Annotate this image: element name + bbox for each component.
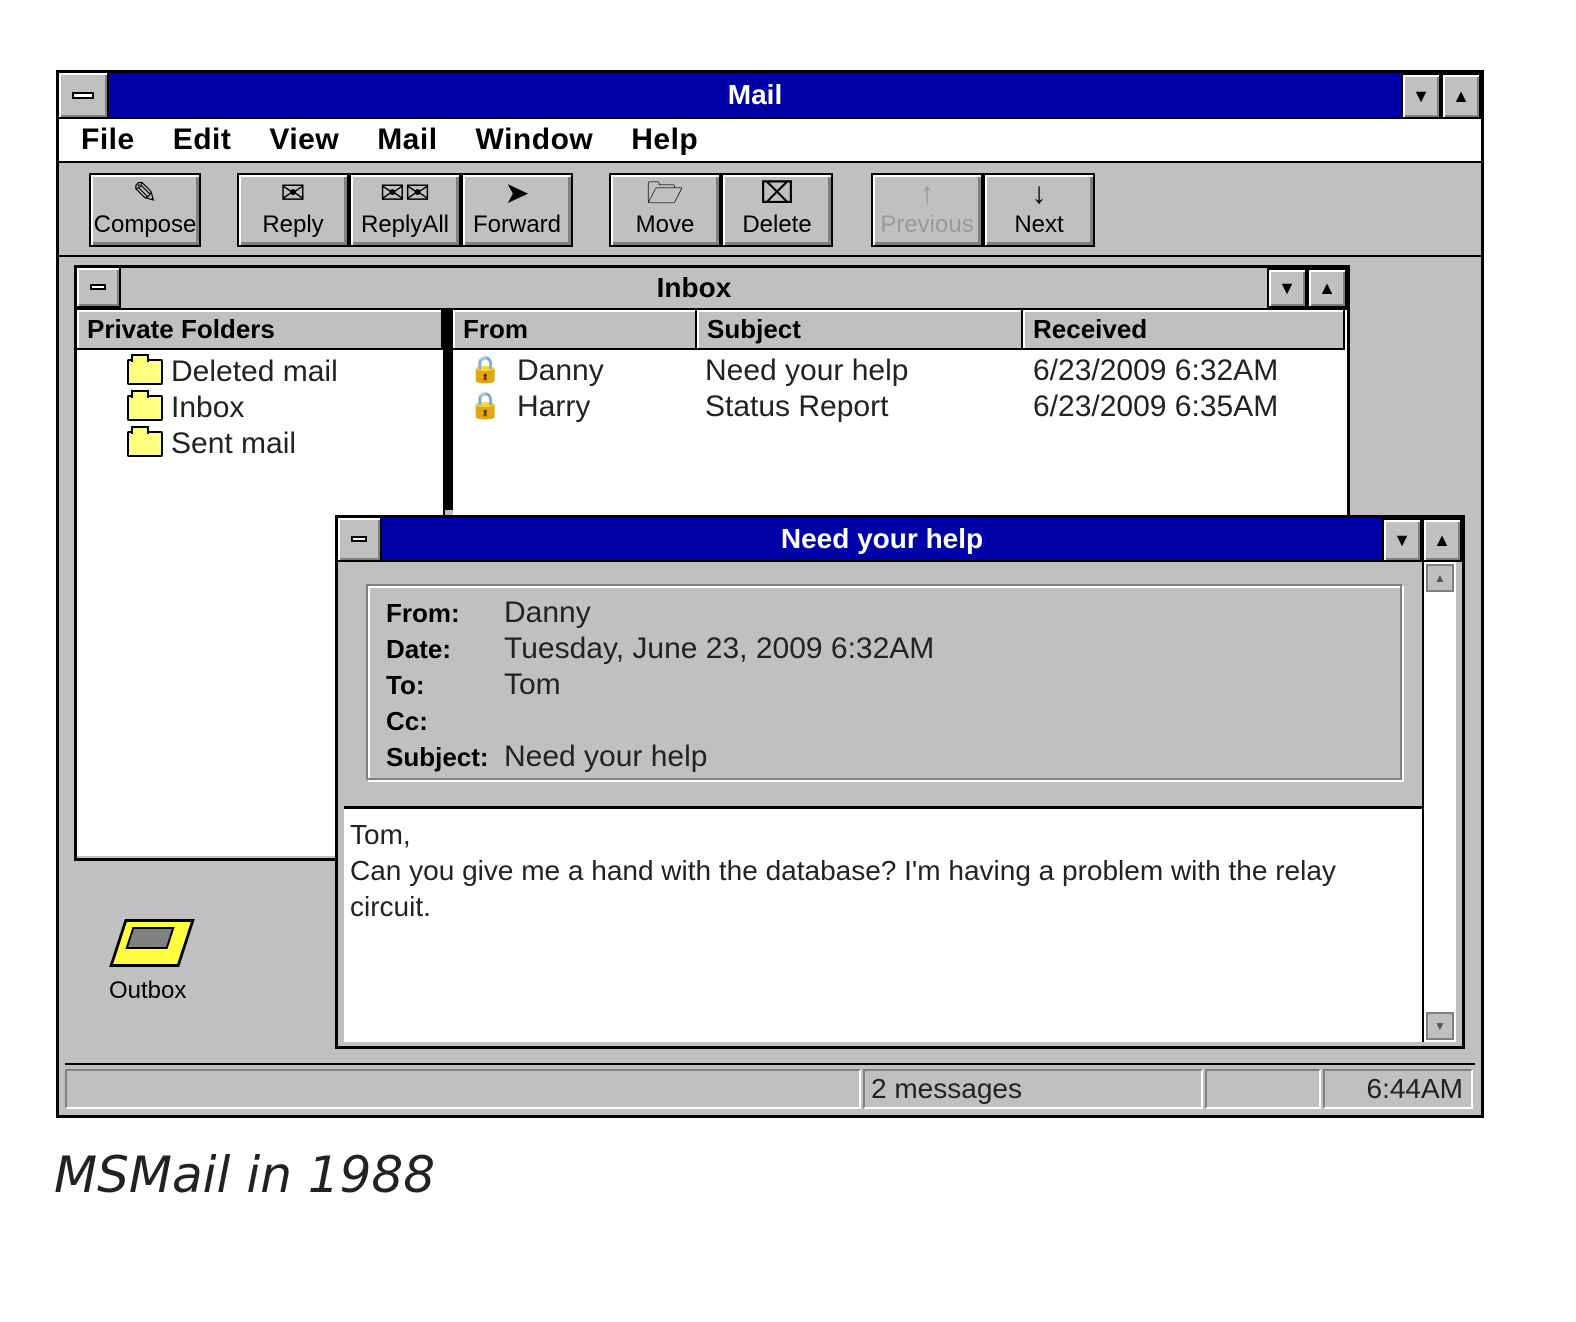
menu-edit[interactable]: Edit	[173, 123, 232, 157]
app-maximize-button[interactable]: ▲	[1441, 73, 1481, 119]
next-label: Next	[1014, 211, 1064, 238]
folder-label: Inbox	[171, 391, 245, 424]
envelope-icon: 🔒	[469, 354, 502, 384]
app-system-menu-button[interactable]	[59, 73, 109, 119]
message-system-menu-button[interactable]	[338, 518, 382, 562]
forward-button[interactable]: ➤ Forward	[461, 173, 573, 247]
column-received[interactable]: Received	[1023, 310, 1345, 350]
folders-header[interactable]: Private Folders	[77, 310, 443, 350]
scroll-up-icon[interactable]: ▲	[1426, 564, 1454, 592]
mail-app-window: Mail ▼ ▲ File Edit View Mail Window Help…	[56, 70, 1484, 1118]
status-time: 6:44AM	[1323, 1069, 1473, 1109]
body-text: Can you give me a hand with the database…	[350, 855, 1336, 922]
cc-label: Cc:	[386, 706, 428, 736]
message-titlebar[interactable]: Need your help ▼ ▲	[338, 518, 1462, 562]
forward-label: Forward	[472, 211, 562, 238]
inbox-minimize-button[interactable]: ▼	[1267, 268, 1307, 308]
next-icon: ↓	[1031, 177, 1047, 210]
menu-help[interactable]: Help	[631, 123, 698, 157]
inbox-system-menu-button[interactable]	[77, 268, 121, 308]
message-row[interactable]: 🔒 Harry Status Report 6/23/2009 6:35AM	[453, 390, 1343, 426]
outbox-icon[interactable]: Outbox	[109, 919, 209, 1009]
menu-window[interactable]: Window	[476, 123, 594, 157]
previous-button[interactable]: ↑ Previous	[871, 173, 983, 247]
delete-button[interactable]: ⌧ Delete	[721, 173, 833, 247]
previous-icon: ↑	[919, 177, 935, 210]
move-button[interactable]: 🗁 Move	[609, 173, 721, 247]
delete-label: Delete	[742, 211, 812, 238]
message-row[interactable]: 🔒 Danny Need your help 6/23/2009 6:32AM	[453, 354, 1343, 390]
message-from: Harry	[517, 390, 591, 423]
folder-label: Deleted mail	[171, 355, 338, 388]
compose-button[interactable]: ✎ Compose	[89, 173, 201, 247]
from-value: Danny	[504, 596, 591, 629]
reply-all-button[interactable]: ✉✉ ReplyAll	[349, 173, 461, 247]
to-label: To:	[386, 670, 425, 700]
column-subject[interactable]: Subject	[697, 310, 1023, 350]
folder-deleted-mail[interactable]: Deleted mail	[127, 354, 338, 390]
message-maximize-button[interactable]: ▲	[1422, 518, 1462, 562]
move-icon: 🗁	[646, 177, 684, 210]
app-title: Mail	[109, 73, 1401, 119]
message-subject: Need your help	[705, 354, 909, 387]
message-received: 6/23/2009 6:32AM	[1033, 354, 1279, 387]
from-label: From:	[386, 598, 460, 628]
open-folder-icon	[127, 390, 163, 421]
menu-mail[interactable]: Mail	[377, 123, 437, 157]
message-header: From: Danny Date: Tuesday, June 23, 2009…	[366, 584, 1402, 780]
folder-icon	[127, 426, 163, 457]
message-received: 6/23/2009 6:35AM	[1033, 390, 1279, 423]
envelope-icon: 🔒	[469, 390, 502, 420]
date-label: Date:	[386, 634, 452, 664]
body-greeting: Tom,	[350, 819, 411, 850]
reply-icon: ✉	[280, 177, 306, 210]
previous-label: Previous	[880, 211, 974, 238]
subject-value: Need your help	[504, 740, 708, 773]
forward-icon: ➤	[504, 177, 530, 210]
folder-icon	[127, 354, 163, 385]
folder-label: Sent mail	[171, 427, 297, 460]
status-cell-blank	[1205, 1069, 1321, 1109]
date-value: Tuesday, June 23, 2009 6:32AM	[504, 632, 935, 665]
reply-label: Reply	[262, 211, 324, 238]
mdi-workspace: Inbox ▼ ▲ Private Folders Deleted mail I…	[59, 259, 1481, 1059]
column-from[interactable]: From	[453, 310, 697, 350]
delete-icon: ⌧	[759, 177, 795, 210]
message-from: Danny	[517, 354, 604, 387]
folder-sent-mail[interactable]: Sent mail	[127, 426, 296, 462]
reply-all-icon: ✉✉	[379, 177, 431, 210]
message-minimize-button[interactable]: ▼	[1382, 518, 1422, 562]
message-window: Need your help ▼ ▲ From: Danny Date: Tue…	[335, 515, 1465, 1049]
reply-button[interactable]: ✉ Reply	[237, 173, 349, 247]
move-label: Move	[635, 211, 695, 238]
next-button[interactable]: ↓ Next	[983, 173, 1095, 247]
outbox-label: Outbox	[109, 977, 187, 1004]
menu-file[interactable]: File	[81, 123, 135, 157]
message-body[interactable]: Tom, Can you give me a hand with the dat…	[344, 806, 1422, 1042]
reply-all-label: ReplyAll	[360, 211, 450, 238]
app-minimize-button[interactable]: ▼	[1401, 73, 1441, 119]
menu-view[interactable]: View	[269, 123, 339, 157]
status-bar: 2 messages 6:44AM	[65, 1063, 1475, 1111]
scroll-down-icon[interactable]: ▼	[1426, 1012, 1454, 1040]
status-message-count: 2 messages	[863, 1069, 1203, 1109]
to-value: Tom	[504, 668, 561, 701]
subject-label: Subject:	[386, 742, 489, 772]
figure-caption: MSMail in 1988	[54, 1146, 436, 1204]
app-titlebar[interactable]: Mail ▼ ▲	[59, 73, 1481, 119]
pane-splitter[interactable]	[445, 310, 453, 510]
folder-inbox[interactable]: Inbox	[127, 390, 244, 426]
toolbar: ✎ Compose ✉ Reply ✉✉ ReplyAll ➤ Forward …	[59, 163, 1481, 257]
message-title: Need your help	[382, 518, 1382, 562]
message-scrollbar[interactable]: ▲ ▼	[1422, 562, 1456, 1042]
status-cell-empty	[65, 1069, 861, 1109]
message-subject: Status Report	[705, 390, 889, 423]
inbox-title: Inbox	[121, 268, 1267, 308]
menu-bar: File Edit View Mail Window Help	[59, 119, 1481, 163]
compose-label: Compose	[93, 211, 197, 238]
compose-icon: ✎	[132, 177, 158, 210]
inbox-maximize-button[interactable]: ▲	[1307, 268, 1347, 308]
inbox-titlebar[interactable]: Inbox ▼ ▲	[77, 268, 1347, 310]
